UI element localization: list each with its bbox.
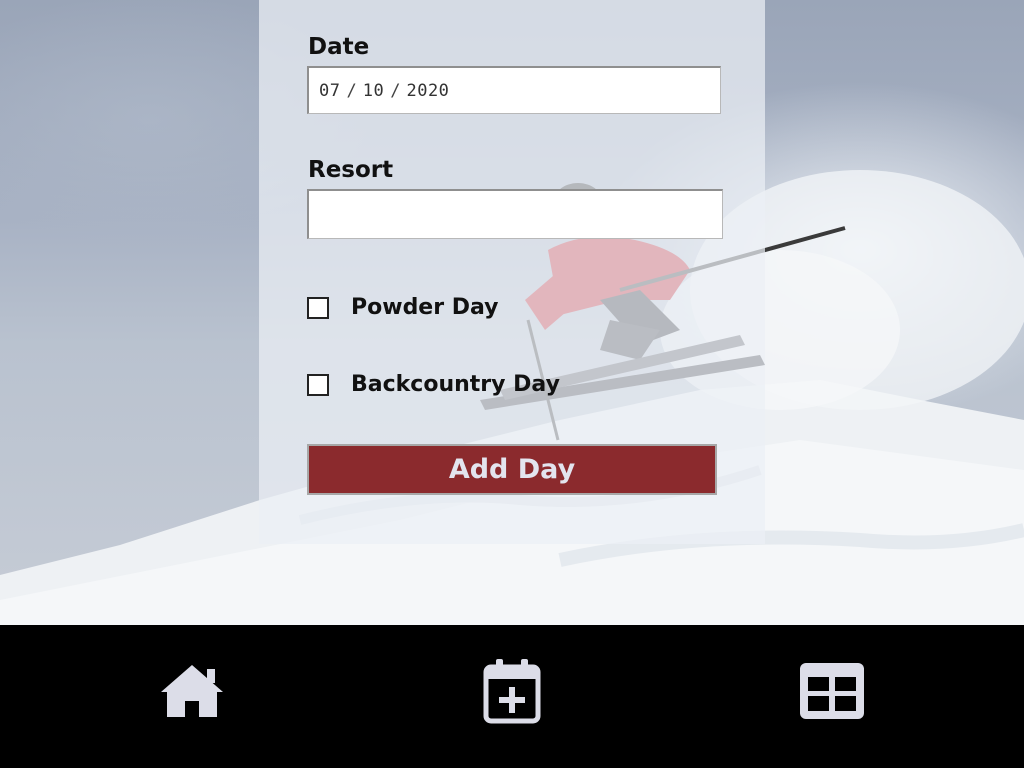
date-day[interactable]: 10 (363, 81, 384, 101)
powder-day-row[interactable]: Powder Day (307, 295, 499, 320)
backcountry-day-row[interactable]: Backcountry Day (307, 372, 560, 397)
home-icon (161, 665, 223, 717)
date-separator: / (390, 80, 401, 101)
table-icon (800, 663, 864, 719)
add-day-button[interactable]: Add Day (307, 444, 717, 495)
date-separator: / (346, 80, 357, 101)
date-input[interactable]: 07 / 10 / 2020 (307, 66, 721, 114)
date-month[interactable]: 07 (319, 81, 340, 101)
resort-input[interactable] (307, 189, 723, 239)
nav-list-button[interactable] (796, 655, 868, 727)
powder-day-label: Powder Day (351, 295, 499, 320)
resort-label: Resort (308, 157, 394, 183)
powder-day-checkbox[interactable] (307, 296, 329, 319)
nav-home-button[interactable] (156, 655, 228, 727)
backcountry-day-checkbox[interactable] (307, 373, 329, 396)
date-year[interactable]: 2020 (406, 81, 449, 101)
calendar-plus-icon (483, 659, 541, 724)
app-screen: Date 07 / 10 / 2020 Resort Powder Day Ba… (0, 0, 1024, 768)
bottom-nav (0, 625, 1024, 768)
date-label: Date (308, 34, 370, 60)
nav-add-day-button[interactable] (476, 655, 548, 727)
backcountry-day-label: Backcountry Day (351, 372, 560, 397)
